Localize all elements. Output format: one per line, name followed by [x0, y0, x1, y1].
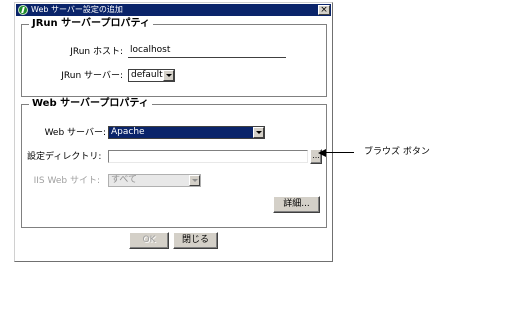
jrun-server-label: JRun サーバー: — [61, 71, 123, 81]
iis-website-label: IIS Web サイト: — [33, 176, 100, 186]
jrun-host-label: JRun ホスト: — [70, 47, 123, 57]
iis-website-select[interactable]: すべて — [108, 174, 201, 187]
config-directory-input[interactable] — [108, 150, 308, 163]
close-button[interactable]: 閉じる — [173, 232, 218, 249]
iis-website-value: すべて — [111, 175, 138, 185]
chevron-down-icon[interactable] — [253, 127, 264, 138]
jrun-server-value: default — [131, 70, 163, 80]
jrun-group-legend: JRun サーバープロパティ — [29, 18, 153, 30]
ok-button[interactable]: OK — [129, 232, 169, 249]
callout-line — [324, 152, 354, 153]
web-server-select[interactable]: Apache — [108, 126, 265, 139]
details-button[interactable]: 詳細... — [273, 196, 320, 213]
chevron-down-icon[interactable] — [189, 175, 200, 186]
jrun-host-input[interactable]: localhost — [128, 45, 286, 58]
title-bar: Web サーバー設定の追加 × — [16, 4, 331, 16]
web-group-legend: Web サーバープロパティ — [29, 98, 152, 110]
browse-button-callout: ブラウズ ボタン — [364, 147, 430, 157]
jrun-server-select[interactable]: default — [128, 69, 175, 82]
web-server-properties-group: Web サーバープロパティ Web サーバー: Apache 設定ディレクトリ:… — [21, 98, 327, 228]
callout-arrow-icon — [318, 149, 326, 157]
close-window-button[interactable]: × — [318, 5, 330, 15]
add-web-server-dialog: Web サーバー設定の追加 × JRun サーバープロパティ JRun ホスト:… — [14, 2, 333, 262]
jrun-app-icon — [18, 5, 28, 15]
config-directory-label: 設定ディレクトリ: — [27, 152, 102, 162]
jrun-server-properties-group: JRun サーバープロパティ JRun ホスト: localhost JRun … — [21, 18, 327, 97]
web-server-value: Apache — [111, 127, 145, 137]
window-title: Web サーバー設定の追加 — [31, 5, 123, 14]
web-server-label: Web サーバー: — [44, 128, 106, 138]
chevron-down-icon[interactable] — [163, 70, 174, 81]
